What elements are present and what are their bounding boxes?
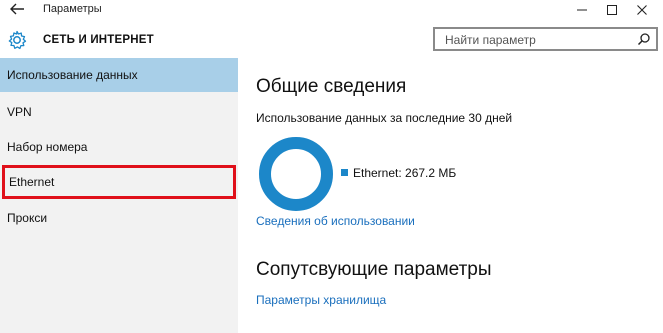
sidebar-item-ethernet[interactable]: Ethernet xyxy=(2,165,236,199)
search-placeholder: Найти параметр xyxy=(445,33,536,47)
sidebar-item-dial-up[interactable]: Набор номера xyxy=(0,130,238,164)
usage-subtitle: Использование данных за последние 30 дне… xyxy=(256,111,513,125)
sidebar-item-label: Прокси xyxy=(7,211,48,225)
chart-legend: Ethernet: 267.2 МБ xyxy=(341,166,456,180)
legend-label-ethernet: Ethernet: 267.2 МБ xyxy=(353,166,457,180)
sidebar-item-label: VPN xyxy=(7,105,32,119)
gear-icon xyxy=(7,30,27,50)
search-input[interactable]: Найти параметр xyxy=(433,27,658,51)
overview-heading: Общие сведения xyxy=(256,76,407,97)
sidebar-item-proxy[interactable]: Прокси xyxy=(0,201,238,235)
close-button[interactable] xyxy=(628,0,656,20)
related-settings-heading: Сопутсвующие параметры xyxy=(256,259,492,280)
sidebar: Использование данных VPN Набор номера Et… xyxy=(0,58,238,333)
title-bar: Параметры xyxy=(0,0,663,20)
donut-slice-ethernet xyxy=(259,137,333,211)
usage-donut-chart xyxy=(259,137,333,211)
legend-swatch-ethernet xyxy=(341,169,348,176)
window-title: Параметры xyxy=(43,3,102,15)
settings-header: СЕТЬ И ИНТЕРНЕТ Найти параметр xyxy=(0,24,663,56)
sidebar-item-vpn[interactable]: VPN xyxy=(0,95,238,129)
sidebar-item-data-usage[interactable]: Использование данных xyxy=(0,58,238,92)
search-icon[interactable] xyxy=(637,32,651,51)
usage-details-link[interactable]: Сведения об использовании xyxy=(256,214,415,228)
section-title: СЕТЬ И ИНТЕРНЕТ xyxy=(43,34,154,46)
storage-settings-link[interactable]: Параметры хранилища xyxy=(256,293,386,307)
sidebar-item-label: Ethernet xyxy=(9,175,55,189)
maximize-button[interactable] xyxy=(598,0,626,20)
sidebar-item-label: Набор номера xyxy=(7,140,88,154)
main-content: Общие сведения Использование данных за п… xyxy=(238,58,663,333)
back-arrow-icon[interactable] xyxy=(8,1,26,17)
sidebar-item-label: Использование данных xyxy=(7,68,138,82)
minimize-button[interactable] xyxy=(568,0,596,20)
